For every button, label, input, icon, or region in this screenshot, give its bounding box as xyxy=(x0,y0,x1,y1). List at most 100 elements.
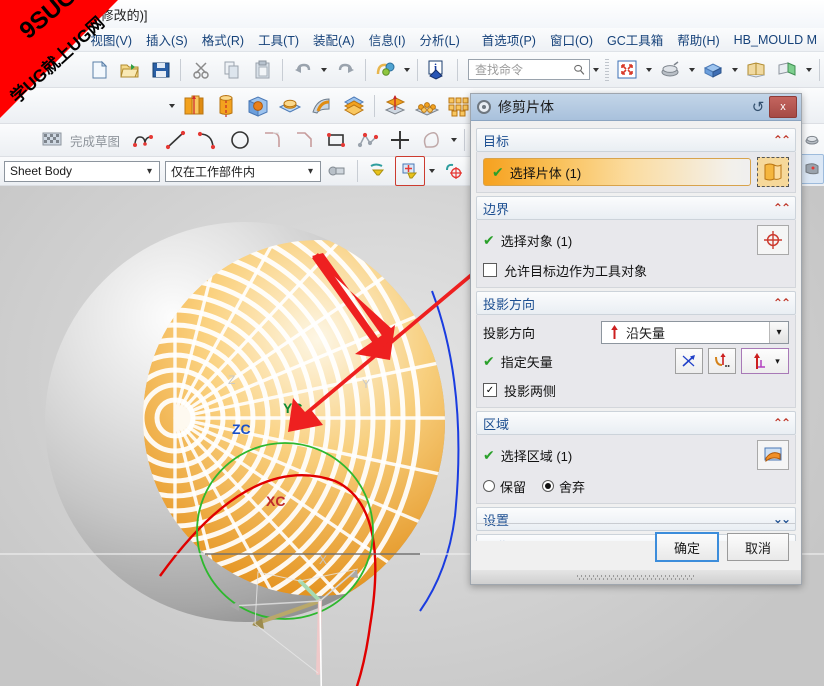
shaded-icon[interactable] xyxy=(699,55,728,85)
boss-icon[interactable] xyxy=(275,91,305,121)
search-input-wrapper[interactable] xyxy=(468,59,590,80)
chevron-up-icon[interactable]: ⌃⌃ xyxy=(773,416,791,430)
object-select-crosshair-icon[interactable] xyxy=(757,225,789,255)
point-icon[interactable] xyxy=(385,125,415,155)
section-header-projection[interactable]: 投影方向 ⌃⌃ xyxy=(476,291,796,315)
hole-icon[interactable] xyxy=(243,91,273,121)
section-header-target[interactable]: 目标 ⌃⌃ xyxy=(476,128,796,152)
command-finder-caret[interactable] xyxy=(404,67,411,72)
menu-item-tools[interactable]: 工具(T) xyxy=(251,28,306,51)
redo-icon[interactable] xyxy=(331,55,360,85)
line-icon[interactable] xyxy=(161,125,191,155)
render-style-icon[interactable] xyxy=(800,124,824,154)
fit-view-caret[interactable] xyxy=(645,67,652,72)
reset-icon[interactable]: ↺ xyxy=(747,97,769,117)
command-search[interactable] xyxy=(468,59,602,80)
shaded-caret[interactable] xyxy=(731,67,738,72)
projection-direction-select[interactable]: 沿矢量 ▾ xyxy=(601,320,789,344)
chevron-down-icon[interactable]: ▾ xyxy=(769,321,788,343)
snap-point-icon[interactable] xyxy=(395,156,425,186)
polygon-points-icon[interactable] xyxy=(353,125,383,155)
extrude-icon[interactable] xyxy=(179,91,209,121)
menu-item-info[interactable]: 信息(I) xyxy=(362,28,413,51)
info-icon[interactable]: i xyxy=(423,55,452,85)
profile-icon[interactable] xyxy=(129,125,159,155)
general-selection-filter-icon[interactable] xyxy=(322,156,352,186)
draft-icon[interactable] xyxy=(307,91,337,121)
chevron-down-icon[interactable]: ▾ xyxy=(303,166,318,177)
shell-icon[interactable] xyxy=(339,91,369,121)
dialog-resize-grip[interactable] xyxy=(471,570,801,584)
save-icon[interactable] xyxy=(146,55,175,85)
chevron-up-icon[interactable]: ⌃⌃ xyxy=(773,133,791,147)
section-caret[interactable] xyxy=(805,67,812,72)
undo-icon[interactable] xyxy=(288,55,317,85)
finish-sketch-icon[interactable] xyxy=(37,125,67,155)
new-file-icon[interactable] xyxy=(84,55,113,85)
zoom-caret[interactable] xyxy=(688,67,695,72)
open-file-icon[interactable] xyxy=(115,55,144,85)
trim-sheet-dialog[interactable]: 修剪片体 ↺ x 目标 ⌃⌃ ✔ 选择片体 (1) 边界 ⌃⌃ ✔ 选择对象 (… xyxy=(470,93,802,585)
section-header-region[interactable]: 区域 ⌃⌃ xyxy=(476,411,796,435)
region-select-icon[interactable] xyxy=(757,440,789,470)
revolve-icon[interactable] xyxy=(211,91,241,121)
fit-view-icon[interactable] xyxy=(613,55,642,85)
scope-filter[interactable]: 仅在工作部件内 ▾ xyxy=(165,160,321,182)
close-icon[interactable]: x xyxy=(769,96,797,118)
face-filter-icon[interactable] xyxy=(363,156,393,186)
dialog-titlebar[interactable]: 修剪片体 ↺ x xyxy=(471,94,801,121)
menu-item-analysis[interactable]: 分析(L) xyxy=(413,28,467,51)
snap-point-caret[interactable] xyxy=(429,169,435,173)
paste-icon[interactable] xyxy=(248,55,277,85)
vector-inferred-icon[interactable] xyxy=(675,348,703,374)
sheet-body-select-icon[interactable] xyxy=(757,157,789,187)
menu-item-view[interactable]: 视图(V) xyxy=(83,28,139,51)
rectangle-icon[interactable] xyxy=(321,125,351,155)
spline-caret[interactable] xyxy=(451,138,458,142)
menu-item-help[interactable]: 帮助(H) xyxy=(670,28,726,51)
chevron-up-icon[interactable]: ⌃⌃ xyxy=(773,201,791,215)
section-icon[interactable] xyxy=(773,55,802,85)
project-both-sides-checkbox[interactable]: ✓ xyxy=(483,383,497,397)
menu-item-window[interactable]: 窗口(O) xyxy=(543,28,600,51)
chamfer-icon[interactable] xyxy=(289,125,319,155)
vector-constructor-icon[interactable] xyxy=(708,348,736,374)
select-sheet-body-field[interactable]: ✔ 选择片体 (1) xyxy=(483,158,751,186)
view-orient-icon[interactable] xyxy=(800,154,824,184)
menu-item-gc-toolbox[interactable]: GC工具箱 xyxy=(600,28,670,51)
search-dropdown-caret[interactable] xyxy=(593,67,599,72)
pattern-feature-icon[interactable] xyxy=(412,91,442,121)
vector-zc-icon[interactable]: ▾ xyxy=(741,348,789,374)
radio-discard[interactable] xyxy=(542,480,555,492)
radio-keep[interactable] xyxy=(483,480,495,492)
fillet-icon[interactable] xyxy=(257,125,287,155)
finish-sketch-label: 完成草图 xyxy=(70,134,121,149)
datum-plane-caret[interactable] xyxy=(169,103,175,108)
studio-spline-icon[interactable] xyxy=(417,125,447,155)
menu-item-hb-mould[interactable]: HB_MOULD M xyxy=(727,31,824,49)
allow-target-edge-checkbox[interactable] xyxy=(483,263,497,277)
menu-item-insert[interactable]: 插入(S) xyxy=(139,28,195,51)
section-header-boundary[interactable]: 边界 ⌃⌃ xyxy=(476,196,796,220)
menu-item-assembly[interactable]: 装配(A) xyxy=(306,28,362,51)
cut-icon[interactable] xyxy=(186,55,215,85)
menu-item-preferences[interactable]: 首选项(P) xyxy=(475,28,543,51)
search-input[interactable] xyxy=(473,61,573,78)
toolbar-gripper[interactable] xyxy=(605,58,609,81)
cancel-button[interactable]: 取消 xyxy=(727,533,789,561)
trim-body-icon[interactable] xyxy=(380,91,410,121)
command-finder-icon[interactable] xyxy=(371,55,400,85)
copy-icon[interactable] xyxy=(217,55,246,85)
chevron-up-icon[interactable]: ⌃⌃ xyxy=(773,296,791,310)
menu-item-format[interactable]: 格式(R) xyxy=(195,28,251,51)
type-filter[interactable]: Sheet Body ▾ xyxy=(4,160,160,182)
point-constructor-icon[interactable] xyxy=(439,156,469,186)
undo-dropdown-caret[interactable] xyxy=(321,67,328,72)
zoom-icon[interactable] xyxy=(656,55,685,85)
chevron-down-icon[interactable]: ▾ xyxy=(142,166,157,177)
shaded-edges-icon[interactable] xyxy=(742,55,771,85)
arc-icon[interactable] xyxy=(193,125,223,155)
ok-button[interactable]: 确定 xyxy=(655,532,719,562)
toolbar-separator xyxy=(457,58,458,81)
circle-icon[interactable] xyxy=(225,125,255,155)
